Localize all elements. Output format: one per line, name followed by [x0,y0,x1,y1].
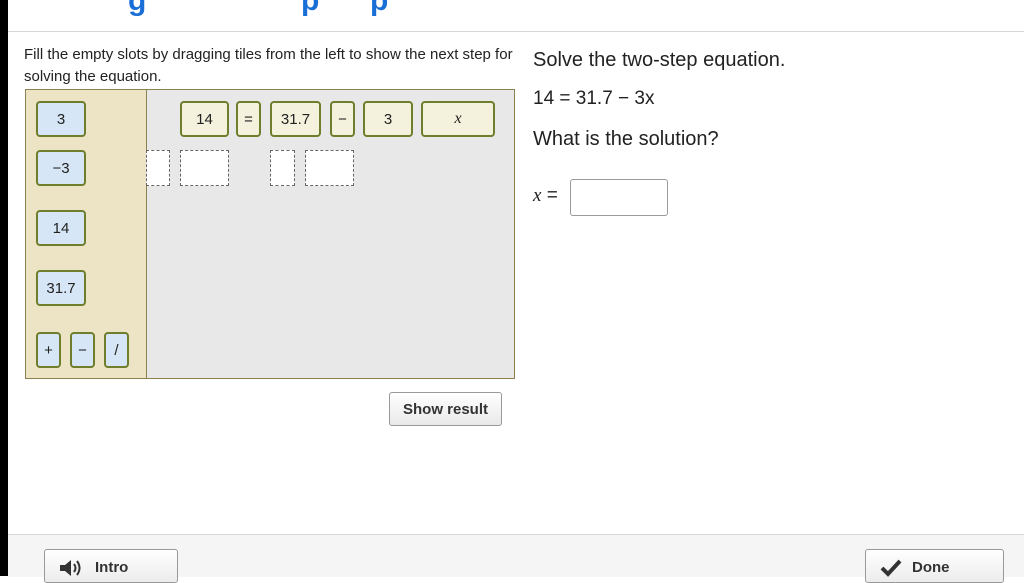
tile-tray: 3 −3 14 31.7 + − / [26,90,147,378]
equation-tile-minus: − [330,101,355,137]
empty-slot[interactable] [305,150,354,186]
show-result-button[interactable]: Show result [389,392,502,426]
equation-tile-31-7: 31.7 [270,101,321,137]
title-fragment: p [301,0,320,17]
tile-divide[interactable]: / [104,332,129,368]
tile-3[interactable]: 3 [36,101,86,137]
empty-slot[interactable] [270,150,295,186]
empty-slot[interactable] [180,150,229,186]
equation-tile-3: 3 [363,101,413,137]
tile-negative-3[interactable]: −3 [36,150,86,186]
intro-button[interactable]: Intro [44,549,178,583]
checkmark-icon [880,559,902,581]
question-prompt: What is the solution? [533,128,719,150]
tile-31-7[interactable]: 31.7 [36,270,86,306]
answer-equals: = [546,185,558,206]
answer-input[interactable] [570,179,668,216]
equation-tile-x: x [421,101,495,137]
drag-drop-board: 3 −3 14 31.7 + − / 14 = 31.7 − 3 x [25,89,515,379]
left-edge-bar [0,0,8,576]
done-label: Done [912,559,950,576]
equation-tile-equals: = [236,101,261,137]
title-fragment: g [128,0,147,17]
tile-plus[interactable]: + [36,332,61,368]
speaker-icon [59,559,85,581]
tile-minus[interactable]: − [70,332,95,368]
equation-tile-14: 14 [180,101,229,137]
question-equation: 14 = 31.7 − 3x [533,88,655,109]
answer-label: x = [533,185,558,207]
instructions-text: Fill the empty slots by dragging tiles f… [24,46,513,85]
answer-variable: x [533,185,542,206]
question-title: Solve the two-step equation. [533,49,786,71]
done-button[interactable]: Done [865,549,1004,583]
title-bar: g p p [8,0,1024,32]
empty-slot[interactable] [146,150,170,186]
tile-14[interactable]: 14 [36,210,86,246]
intro-label: Intro [95,559,129,576]
title-fragment: p [370,0,389,17]
